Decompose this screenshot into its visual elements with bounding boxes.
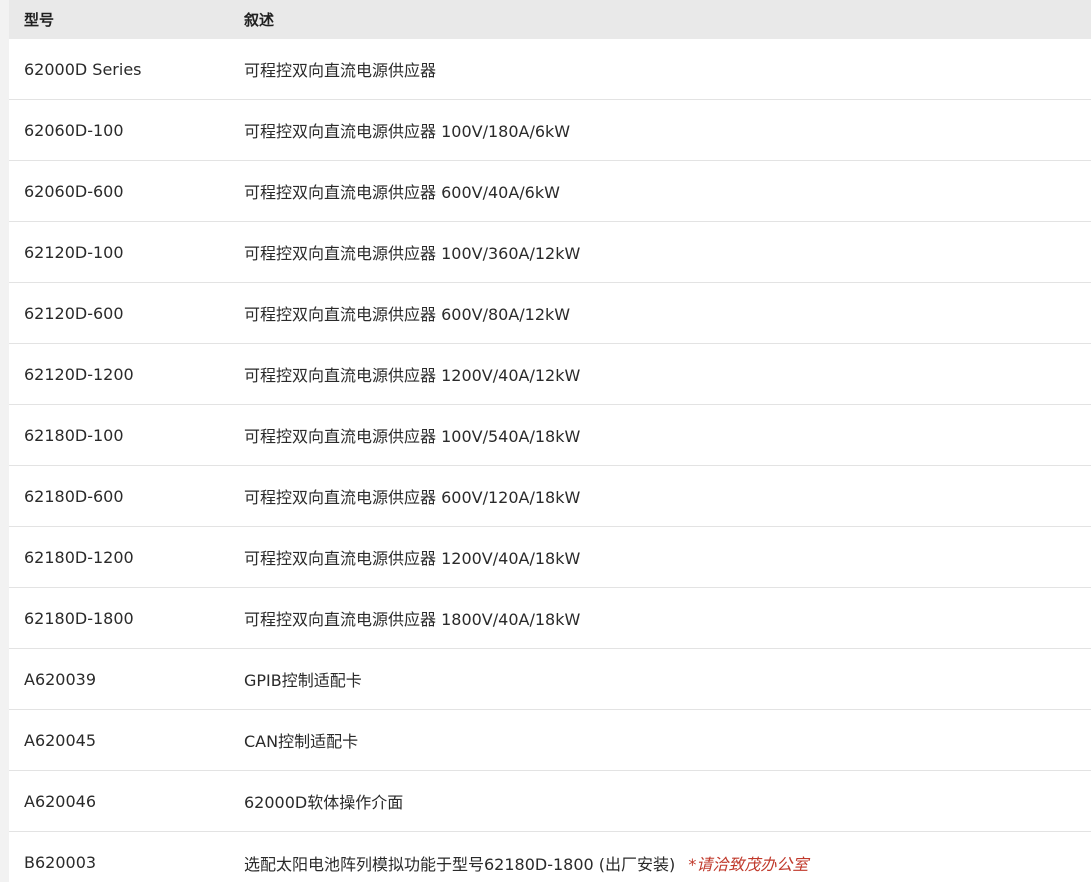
- model-cell: 62180D-600: [24, 486, 124, 506]
- description-cell: 选配太阳电池阵列模拟功能于型号62180D-1800 (出厂安装) *请洽致茂办…: [244, 851, 808, 875]
- table-row: 62180D-100 可程控双向直流电源供应器 100V/540A/18kW: [9, 405, 1091, 466]
- description-cell: CAN控制适配卡: [244, 728, 358, 752]
- description-text: 选配太阳电池阵列模拟功能于型号62180D-1800 (出厂安装): [244, 854, 676, 874]
- table-row: 62180D-1800 可程控双向直流电源供应器 1800V/40A/18kW: [9, 588, 1091, 649]
- description-text: 可程控双向直流电源供应器 600V/40A/6kW: [244, 183, 560, 202]
- description-text: 可程控双向直流电源供应器 600V/80A/12kW: [244, 305, 571, 324]
- description-cell: 可程控双向直流电源供应器 100V/540A/18kW: [244, 423, 580, 447]
- contact-note: *请洽致茂办公室: [688, 854, 809, 874]
- model-cell: 62120D-1200: [24, 364, 134, 384]
- description-cell: 可程控双向直流电源供应器 1200V/40A/12kW: [244, 362, 580, 386]
- table-row: 62060D-100 可程控双向直流电源供应器 100V/180A/6kW: [9, 100, 1091, 161]
- table-row: 62180D-600 可程控双向直流电源供应器 600V/120A/18kW: [9, 466, 1091, 527]
- table-row: 62120D-100 可程控双向直流电源供应器 100V/360A/12kW: [9, 222, 1091, 283]
- model-cell: 62060D-600: [24, 181, 124, 201]
- description-cell: 可程控双向直流电源供应器 100V/360A/12kW: [244, 240, 580, 264]
- description-cell: 可程控双向直流电源供应器: [244, 57, 436, 81]
- description-cell: GPIB控制适配卡: [244, 667, 362, 691]
- table-row: A620045 CAN控制适配卡: [9, 710, 1091, 771]
- description-text: 可程控双向直流电源供应器 1200V/40A/18kW: [244, 549, 581, 568]
- product-table: 型号 叙述 62000D Series 可程控双向直流电源供应器 62060D-…: [0, 0, 1091, 893]
- table-row: 62120D-1200 可程控双向直流电源供应器 1200V/40A/12kW: [9, 344, 1091, 405]
- description-cell: 可程控双向直流电源供应器 1800V/40A/18kW: [244, 606, 580, 630]
- table-row: A620039 GPIB控制适配卡: [9, 649, 1091, 710]
- description-text: 62000D软体操作介面: [244, 793, 404, 812]
- model-cell: 62060D-100: [24, 120, 124, 140]
- description-text: GPIB控制适配卡: [244, 671, 362, 690]
- description-text: 可程控双向直流电源供应器 100V/540A/18kW: [244, 427, 581, 446]
- header-model: 型号: [24, 11, 55, 29]
- model-cell: 62000D Series: [24, 59, 142, 79]
- description-text: 可程控双向直流电源供应器 1200V/40A/12kW: [244, 366, 581, 385]
- model-cell: B620003: [24, 853, 97, 872]
- model-cell: A620046: [24, 791, 97, 811]
- model-cell: 62180D-1200: [24, 547, 134, 567]
- table-row: A620046 62000D软体操作介面: [9, 771, 1091, 832]
- table-row: 62120D-600 可程控双向直流电源供应器 600V/80A/12kW: [9, 283, 1091, 344]
- table-row: B620003 选配太阳电池阵列模拟功能于型号62180D-1800 (出厂安装…: [9, 832, 1091, 893]
- table-header-row: 型号 叙述: [9, 0, 1091, 39]
- description-cell: 可程控双向直流电源供应器 100V/180A/6kW: [244, 118, 570, 142]
- description-cell: 可程控双向直流电源供应器 600V/120A/18kW: [244, 484, 580, 508]
- description-text: CAN控制适配卡: [244, 732, 359, 751]
- description-cell: 可程控双向直流电源供应器 1200V/40A/18kW: [244, 545, 580, 569]
- table-row: 62000D Series 可程控双向直流电源供应器: [9, 39, 1091, 100]
- model-cell: 62180D-100: [24, 425, 124, 445]
- model-cell: 62120D-100: [24, 242, 124, 262]
- model-cell: A620045: [24, 730, 97, 750]
- header-description: 叙述: [244, 11, 275, 29]
- description-text: 可程控双向直流电源供应器: [244, 61, 437, 80]
- description-text: 可程控双向直流电源供应器 1800V/40A/18kW: [244, 610, 581, 629]
- model-cell: 62180D-1800: [24, 608, 134, 628]
- table-row: 62180D-1200 可程控双向直流电源供应器 1200V/40A/18kW: [9, 527, 1091, 588]
- model-cell: A620039: [24, 669, 97, 689]
- description-text: 可程控双向直流电源供应器 100V/360A/12kW: [244, 244, 581, 263]
- description-cell: 62000D软体操作介面: [244, 789, 403, 813]
- description-cell: 可程控双向直流电源供应器 600V/40A/6kW: [244, 179, 560, 203]
- table-row: 62060D-600 可程控双向直流电源供应器 600V/40A/6kW: [9, 161, 1091, 222]
- model-cell: 62120D-600: [24, 303, 124, 323]
- description-text: 可程控双向直流电源供应器 600V/120A/18kW: [244, 488, 581, 507]
- description-text: 可程控双向直流电源供应器 100V/180A/6kW: [244, 122, 571, 141]
- description-cell: 可程控双向直流电源供应器 600V/80A/12kW: [244, 301, 570, 325]
